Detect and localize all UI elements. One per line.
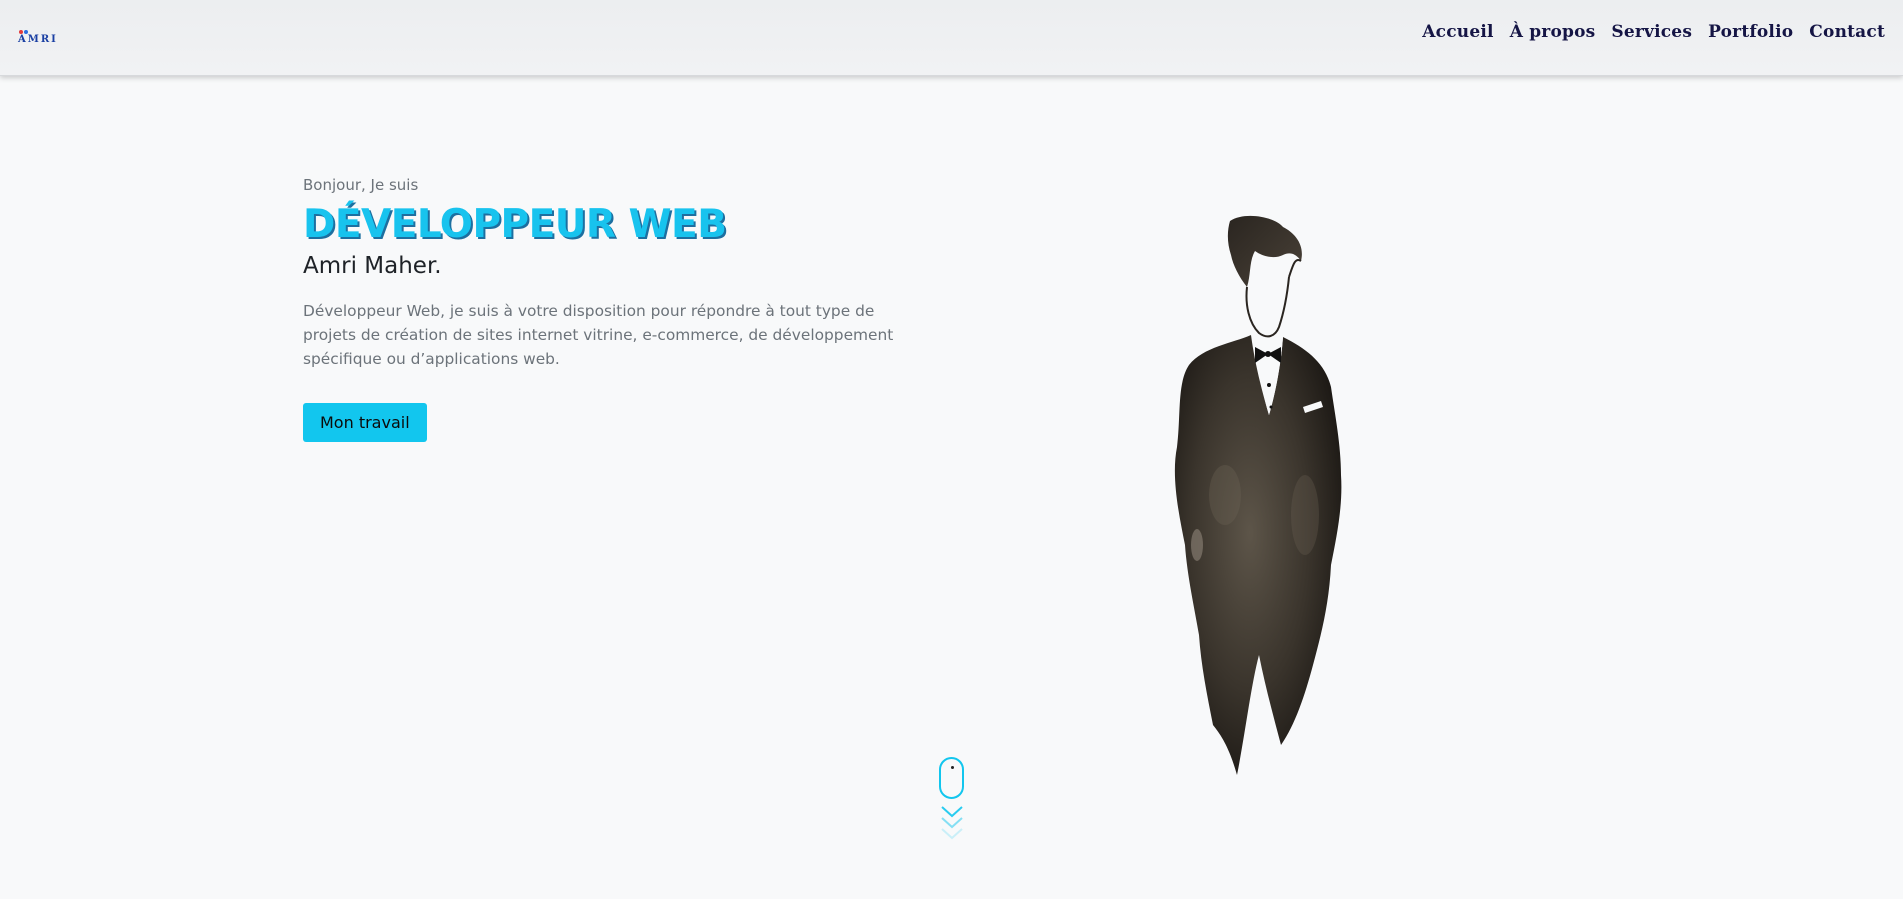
hero-role-title: DÉVELOPPEUR WEB: [303, 202, 727, 247]
nav-item-accueil[interactable]: Accueil: [1422, 22, 1493, 42]
scroll-down-indicator[interactable]: [939, 757, 965, 847]
chevron-down-icon: [941, 806, 963, 840]
nav-menu: Accueil À propos Services Portfolio Cont…: [1422, 22, 1885, 42]
hero-name: Amri Maher.: [303, 253, 442, 279]
logo-text: AMRI: [18, 34, 58, 45]
nav-item-services[interactable]: Services: [1611, 22, 1692, 42]
brand-logo[interactable]: AMRI: [18, 30, 66, 48]
hero-greeting: Bonjour, Je suis: [303, 176, 419, 194]
man-in-tuxedo-illustration: [1155, 215, 1395, 785]
nav-item-contact[interactable]: Contact: [1809, 22, 1885, 42]
nav-item-portfolio[interactable]: Portfolio: [1708, 22, 1793, 42]
hero-section: Bonjour, Je suis DÉVELOPPEUR WEB Amri Ma…: [303, 176, 923, 442]
my-work-button[interactable]: Mon travail: [303, 403, 427, 442]
nav-item-a-propos[interactable]: À propos: [1510, 22, 1596, 42]
mouse-scroll-icon: [939, 757, 964, 799]
navbar: AMRI Accueil À propos Services Portfolio…: [0, 0, 1903, 76]
hero-description: Développeur Web, je suis à votre disposi…: [303, 302, 894, 368]
